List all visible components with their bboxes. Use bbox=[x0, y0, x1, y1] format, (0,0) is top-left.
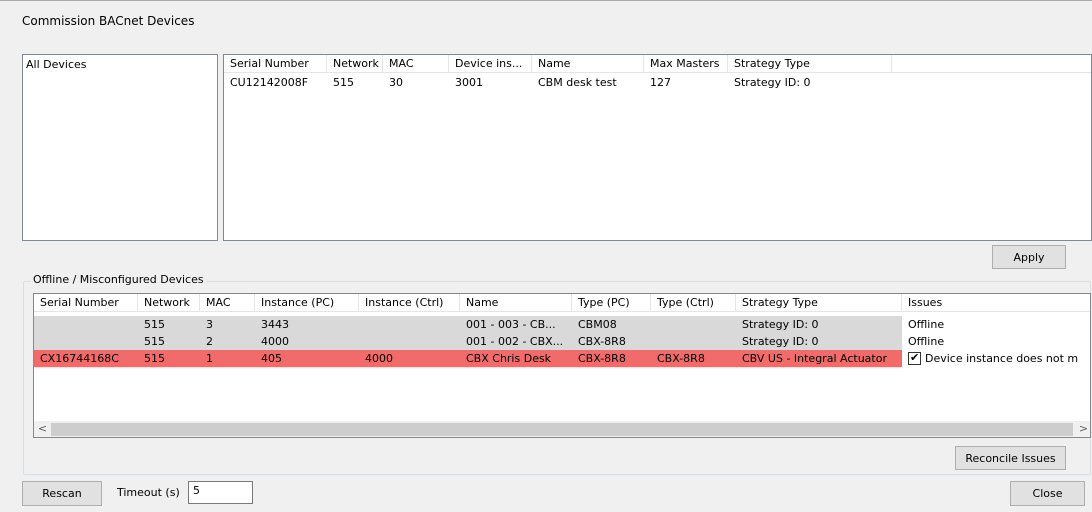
table-row[interactable]: CX16744168C 515 1 405 4000 CBX Chris Des… bbox=[34, 350, 1090, 367]
cell-device-instance: 3001 bbox=[455, 76, 483, 89]
cell-mac: 1 bbox=[206, 352, 213, 365]
dialog-title: Commission BACnet Devices bbox=[22, 14, 195, 28]
col-header-filler bbox=[892, 55, 1091, 73]
col-header-max-masters[interactable]: Max Masters bbox=[644, 55, 728, 73]
scroll-left-arrow-icon[interactable]: < bbox=[34, 422, 51, 437]
close-button[interactable]: Close bbox=[1010, 481, 1085, 506]
cell-strategy-type: CBV US - Integral Actuator bbox=[742, 352, 887, 365]
cell-name: 001 - 003 - CB... bbox=[466, 318, 556, 331]
col-header-strategy-type[interactable]: Strategy Type bbox=[736, 294, 902, 312]
col-header-issues[interactable]: Issues bbox=[902, 294, 1090, 312]
cell-instance-pc: 405 bbox=[261, 352, 282, 365]
cell-strategy-type: Strategy ID: 0 bbox=[742, 335, 819, 348]
cell-name: CBM desk test bbox=[538, 76, 617, 89]
rescan-button[interactable]: Rescan bbox=[22, 481, 102, 506]
col-header-name[interactable]: Name bbox=[532, 55, 644, 73]
cell-strategy-type: Strategy ID: 0 bbox=[742, 318, 819, 331]
cell-name: CBX Chris Desk bbox=[466, 352, 552, 365]
cell-instance-pc: 3443 bbox=[261, 318, 289, 331]
horizontal-scrollbar[interactable]: < > bbox=[34, 421, 1090, 437]
cell-max-masters: 127 bbox=[650, 76, 671, 89]
cell-issues: Offline bbox=[902, 333, 1090, 350]
col-header-type-pc[interactable]: Type (PC) bbox=[572, 294, 651, 312]
window-top-border bbox=[0, 0, 1092, 1]
col-header-network[interactable]: Network bbox=[138, 294, 200, 312]
col-header-network[interactable]: Network bbox=[327, 55, 383, 73]
cell-mac: 30 bbox=[389, 76, 403, 89]
col-header-type-ctrl[interactable]: Type (Ctrl) bbox=[651, 294, 736, 312]
col-header-strategy-type[interactable]: Strategy Type bbox=[728, 55, 892, 73]
cell-type-pc: CBX-8R8 bbox=[578, 352, 626, 365]
cell-name: 001 - 002 - CBX... bbox=[466, 335, 564, 348]
cell-instance-pc: 4000 bbox=[261, 335, 289, 348]
cell-type-ctrl: CBX-8R8 bbox=[657, 352, 705, 365]
cell-mac: 2 bbox=[206, 335, 213, 348]
timeout-label: Timeout (s) bbox=[117, 486, 180, 499]
apply-button[interactable]: Apply bbox=[992, 245, 1066, 269]
col-header-mac[interactable]: MAC bbox=[383, 55, 449, 73]
issue-checkbox[interactable] bbox=[908, 351, 921, 365]
cell-network: 515 bbox=[144, 335, 165, 348]
cell-strategy-type: Strategy ID: 0 bbox=[734, 76, 811, 89]
table-row[interactable]: CU12142008F 515 30 3001 CBM desk test 12… bbox=[224, 74, 1091, 91]
cell-serial: CX16744168C bbox=[40, 352, 119, 365]
table-row[interactable]: 515 3 3443 001 - 003 - CB... CBM08 Strat… bbox=[34, 316, 1090, 333]
col-header-name[interactable]: Name bbox=[460, 294, 572, 312]
col-header-instance-ctrl[interactable]: Instance (Ctrl) bbox=[359, 294, 460, 312]
tree-root-item[interactable]: All Devices bbox=[26, 58, 214, 71]
col-header-serial[interactable]: Serial Number bbox=[224, 55, 327, 73]
cell-type-pc: CBX-8R8 bbox=[578, 335, 626, 348]
discovered-devices-list[interactable]: Serial Number Network MAC Device ins... … bbox=[223, 54, 1092, 241]
device-tree[interactable]: All Devices bbox=[22, 54, 218, 241]
reconcile-issues-button[interactable]: Reconcile Issues bbox=[955, 446, 1066, 470]
cell-type-pc: CBM08 bbox=[578, 318, 617, 331]
cell-serial: CU12142008F bbox=[230, 76, 309, 89]
cell-mac: 3 bbox=[206, 318, 213, 331]
col-header-instance-pc[interactable]: Instance (PC) bbox=[255, 294, 359, 312]
cell-network: 515 bbox=[144, 352, 165, 365]
table-row[interactable]: 515 2 4000 001 - 002 - CBX... CBX-8R8 St… bbox=[34, 333, 1090, 350]
col-header-device-instance[interactable]: Device ins... bbox=[449, 55, 532, 73]
cell-issues[interactable]: Device instance does not m bbox=[902, 350, 1090, 367]
col-header-mac[interactable]: MAC bbox=[200, 294, 255, 312]
cell-network: 515 bbox=[144, 318, 165, 331]
scrollbar-thumb[interactable] bbox=[51, 423, 1073, 436]
cell-issues: Offline bbox=[902, 316, 1090, 333]
col-header-serial[interactable]: Serial Number bbox=[34, 294, 138, 312]
timeout-input[interactable]: 5 bbox=[188, 481, 253, 504]
offline-devices-group-label: Offline / Misconfigured Devices bbox=[31, 273, 206, 286]
scroll-right-arrow-icon[interactable]: > bbox=[1075, 422, 1090, 437]
cell-instance-ctrl: 4000 bbox=[365, 352, 393, 365]
offline-devices-list[interactable]: Serial Number Network MAC Instance (PC) … bbox=[33, 293, 1091, 438]
issue-text: Device instance does not m bbox=[925, 352, 1079, 365]
cell-network: 515 bbox=[333, 76, 354, 89]
